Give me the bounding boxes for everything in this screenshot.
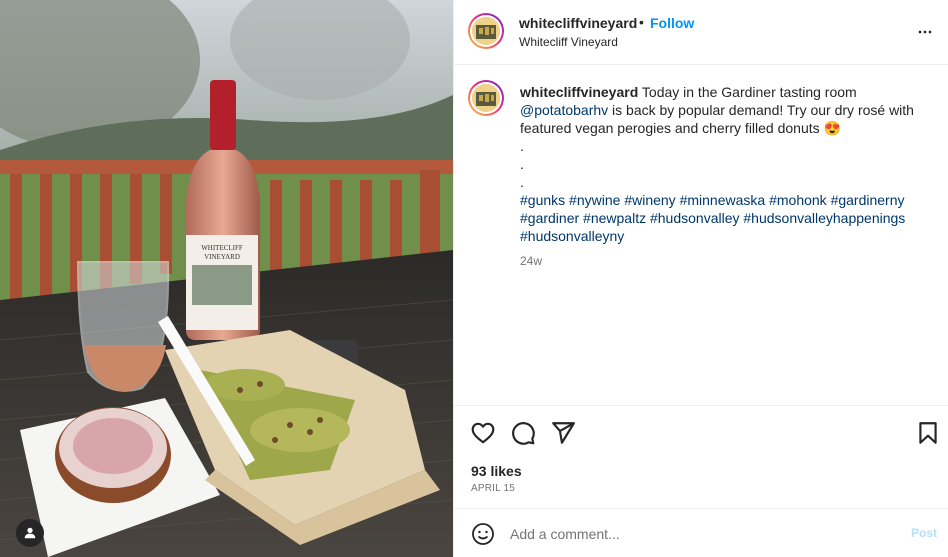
caption-dot: . <box>520 156 524 172</box>
more-horizontal-icon[interactable] <box>915 22 935 42</box>
caption: whitecliffvineyard Today in the Gardiner… <box>520 83 930 245</box>
caption-dot: . <box>520 138 524 154</box>
caption-avatar[interactable] <box>468 80 504 116</box>
heart-eyes-emoji: 😍 <box>823 120 841 136</box>
bottle-label-line2: VINEYARD <box>204 253 240 261</box>
hashtag[interactable]: #gardinerny <box>831 192 905 208</box>
header-username[interactable]: whitecliffvineyard <box>519 15 637 31</box>
mention-link[interactable]: @potatobarhv <box>520 102 608 118</box>
comments-section: whitecliffvineyard Today in the Gardiner… <box>454 66 948 406</box>
avatar[interactable] <box>468 13 504 49</box>
caption-username[interactable]: whitecliffvineyard <box>520 84 638 100</box>
comment-input[interactable] <box>510 524 890 544</box>
comment-icon[interactable] <box>510 420 536 446</box>
emoji-icon[interactable] <box>471 522 495 546</box>
hashtag[interactable]: #mohonk <box>769 192 827 208</box>
header-separator: • <box>639 14 644 30</box>
hashtag-list: #gunks #nywine #wineny #minnewaska #moho… <box>520 191 930 245</box>
post-timestamp[interactable]: 24w <box>520 254 542 268</box>
hashtag[interactable]: #hudsonvalleyny <box>520 228 624 244</box>
post-comment-button[interactable]: Post <box>911 526 937 540</box>
likes-count[interactable]: 93 likes <box>471 463 522 479</box>
caption-dot: . <box>520 174 524 190</box>
hashtag[interactable]: #hudsonvalleyhappenings <box>743 210 905 226</box>
location-label[interactable]: Whitecliff Vineyard <box>519 35 618 49</box>
share-icon[interactable] <box>550 420 576 446</box>
post-side-panel: whitecliffvineyard • Follow Whitecliff V… <box>453 0 948 557</box>
hashtag[interactable]: #gunks <box>520 192 565 208</box>
post-date[interactable]: APRIL 15 <box>471 483 515 494</box>
comment-bar: Post <box>454 508 948 557</box>
hashtag[interactable]: #gardiner <box>520 210 579 226</box>
follow-button[interactable]: Follow <box>650 15 694 31</box>
bottle-label-line1: WHITECLIFF <box>201 244 243 252</box>
hashtag[interactable]: #newpaltz <box>583 210 646 226</box>
post-image[interactable]: WHITECLIFF VINEYARD <box>0 0 453 557</box>
action-bar <box>454 410 948 456</box>
user-tag-icon[interactable] <box>16 519 44 547</box>
hashtag[interactable]: #hudsonvalley <box>650 210 740 226</box>
hashtag[interactable]: #nywine <box>569 192 620 208</box>
photo-illustration: WHITECLIFF VINEYARD <box>0 0 453 557</box>
heart-icon[interactable] <box>470 420 496 446</box>
caption-text-1: Today in the Gardiner tasting room <box>638 84 857 100</box>
hashtag[interactable]: #wineny <box>624 192 675 208</box>
hashtag[interactable]: #minnewaska <box>680 192 766 208</box>
bookmark-icon[interactable] <box>915 420 941 446</box>
post-header: whitecliffvineyard • Follow Whitecliff V… <box>454 0 948 65</box>
